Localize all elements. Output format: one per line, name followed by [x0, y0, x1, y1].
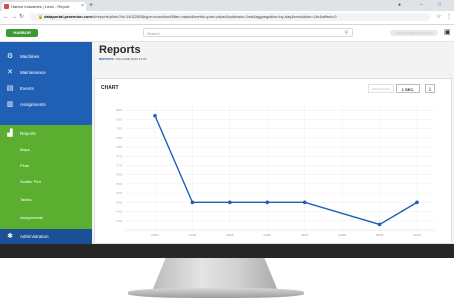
x-tick-label: 04/07	[301, 233, 309, 237]
profile-icon[interactable]: ●	[398, 1, 401, 10]
reload-icon[interactable]: ↻	[19, 14, 24, 21]
new-tab-button[interactable]: +	[89, 1, 93, 10]
download-icon: ⤓	[428, 86, 432, 92]
sidebar-item-reports[interactable]: ▟ Reports	[0, 125, 92, 142]
favicon-icon	[4, 4, 9, 9]
y-tick-label: 76.5	[116, 173, 122, 177]
y-tick-label: 79.5	[116, 117, 122, 121]
download-button[interactable]: ⤓	[425, 84, 435, 93]
y-tick-label: 74.5	[116, 210, 122, 214]
y-tick-label: 77.0	[116, 164, 122, 168]
address-bar-row: ← → ↻ 🔒 dataportal.praemion.com/#/report…	[0, 11, 454, 25]
sidebar-item-label: Administration	[20, 234, 49, 239]
x-tick-label: 04/05	[226, 233, 234, 237]
y-tick-label: 76.0	[116, 182, 122, 186]
gear-icon: ✱	[7, 233, 13, 240]
search-input[interactable]: Search ⚲	[143, 28, 353, 37]
chart-grid	[125, 101, 435, 231]
show-data-button[interactable]: SHOW DATA	[368, 84, 394, 93]
chart-card: CHART SHOW DATA 1 SEC. ⤓ 80.0 79.5 79.0 78.…	[94, 78, 452, 244]
data-point	[377, 222, 382, 227]
search-placeholder: Search	[147, 31, 160, 36]
lock-icon: 🔒	[38, 14, 43, 19]
main-content: Reports REPORTS / MACHINE DATA PLOT CHAR…	[92, 42, 454, 244]
y-tick-label: 78.5	[116, 136, 122, 140]
tab-close-icon[interactable]: ×	[81, 2, 84, 11]
data-point	[302, 200, 307, 205]
sidebar-item-administration[interactable]: ✱ Administration	[0, 229, 92, 244]
series-line	[154, 115, 418, 226]
machines-icon: ⚙	[6, 53, 14, 60]
data-point	[265, 200, 270, 205]
x-tick-label: 04/06	[264, 233, 272, 237]
company-logo[interactable]: HARBOR	[6, 29, 38, 37]
breadcrumb-current: / MACHINE DATA PLOT	[114, 57, 147, 61]
submenu-item-scatter-plot[interactable]: Scatter Plot	[0, 174, 92, 190]
data-point	[190, 200, 195, 205]
tab-title: Harbor Industries | Lean - Report	[11, 4, 70, 9]
assignments-icon: ▥	[6, 101, 14, 108]
sidebar-item-label: Events	[20, 86, 34, 91]
breadcrumb-link[interactable]: REPORTS	[99, 57, 114, 61]
sidebar-item-label: Machines	[20, 54, 40, 59]
submenu-item-tables[interactable]: Tables	[0, 192, 92, 208]
y-tick-label: 77.5	[116, 154, 122, 158]
x-axis-ticks: 04/03 04/04 04/05 04/06 04/07 04/08 04/09 04/10	[151, 233, 421, 237]
sidebar-item-assignments[interactable]: ▥ Assignments	[0, 96, 92, 113]
reports-icon: ▟	[7, 130, 13, 137]
url-field[interactable]: 🔒 dataportal.praemion.com/#/reports/plot…	[30, 13, 430, 21]
page-title: Reports	[99, 44, 141, 56]
chart-series	[153, 113, 419, 227]
bookmark-star-icon[interactable]: ☆	[436, 14, 441, 21]
y-axis-ticks: 80.0 79.5 79.0 78.5 78.0 77.5 77.0 76.5 76.0 75.5…	[116, 108, 122, 223]
screen: Harbor Industries | Lean - Report × + ● …	[0, 0, 454, 244]
x-tick-label: 04/04	[189, 233, 197, 237]
monitor-stand-base	[128, 288, 304, 298]
x-tick-label: 04/10	[413, 233, 421, 237]
search-icon[interactable]: ⚲	[344, 29, 348, 38]
maintenance-icon: ✕	[7, 69, 13, 76]
x-tick-label: 04/08	[338, 233, 346, 237]
breadcrumb: REPORTS / MACHINE DATA PLOT	[99, 57, 147, 61]
sidebar-item-label: Assignments	[20, 102, 46, 107]
sidebar-item-events[interactable]: ▤ Events	[0, 80, 92, 97]
x-tick-label: 04/09	[376, 233, 384, 237]
submenu-item-maps[interactable]: Maps	[0, 142, 92, 158]
extensions-icon[interactable]: ⋮	[446, 14, 452, 21]
url-path: /#/reports/plots?id=1402285&type=machine…	[91, 14, 337, 19]
minimize-icon[interactable]: –	[420, 1, 423, 10]
line-chart: 80.0 79.5 79.0 78.5 78.0 77.5 77.0 76.5 76.0 75.5…	[116, 101, 435, 237]
refresh-interval-button[interactable]: 1 SEC.	[396, 84, 420, 93]
y-tick-label: 74.0	[116, 219, 122, 223]
browser-tab-bar: Harbor Industries | Lean - Report × + ● …	[0, 0, 454, 11]
card-title: CHART	[101, 85, 119, 91]
data-point	[228, 200, 232, 205]
sidebar-item-label: Reports	[20, 131, 36, 136]
y-tick-label: 75.0	[116, 200, 122, 204]
forward-icon[interactable]: →	[11, 14, 17, 21]
y-tick-label: 75.5	[116, 191, 122, 195]
submenu-item-plots[interactable]: Plots	[0, 158, 92, 174]
data-point	[415, 200, 419, 205]
sidebar: ⚙ Machines ✕ Maintenance ▤ Events ▥ Assi…	[0, 42, 92, 244]
browser-tab[interactable]: Harbor Industries | Lean - Report ×	[2, 2, 86, 11]
maximize-icon[interactable]: □	[438, 1, 441, 10]
x-tick-label: 04/03	[151, 233, 159, 237]
url-host: dataportal.praemion.com	[44, 14, 92, 19]
y-tick-label: 78.0	[116, 145, 122, 149]
monitor-chin	[0, 244, 454, 258]
sidebar-item-label: Maintenance	[20, 70, 46, 75]
y-tick-label: 80.0	[116, 108, 122, 112]
y-tick-label: 79.0	[116, 127, 122, 131]
submenu-item-assignments[interactable]: Assignments	[0, 210, 92, 226]
back-icon[interactable]: ←	[3, 14, 9, 21]
events-icon: ▤	[6, 85, 14, 92]
sidebar-item-maintenance[interactable]: ✕ Maintenance	[0, 64, 92, 81]
sidebar-item-truncated[interactable]	[0, 38, 92, 48]
account-icon[interactable]: ▣	[444, 28, 451, 36]
user-menu[interactable]: harbor.user@harborind.com	[390, 30, 438, 36]
sidebar-item-machines[interactable]: ⚙ Machines	[0, 48, 92, 65]
data-point	[153, 113, 157, 118]
